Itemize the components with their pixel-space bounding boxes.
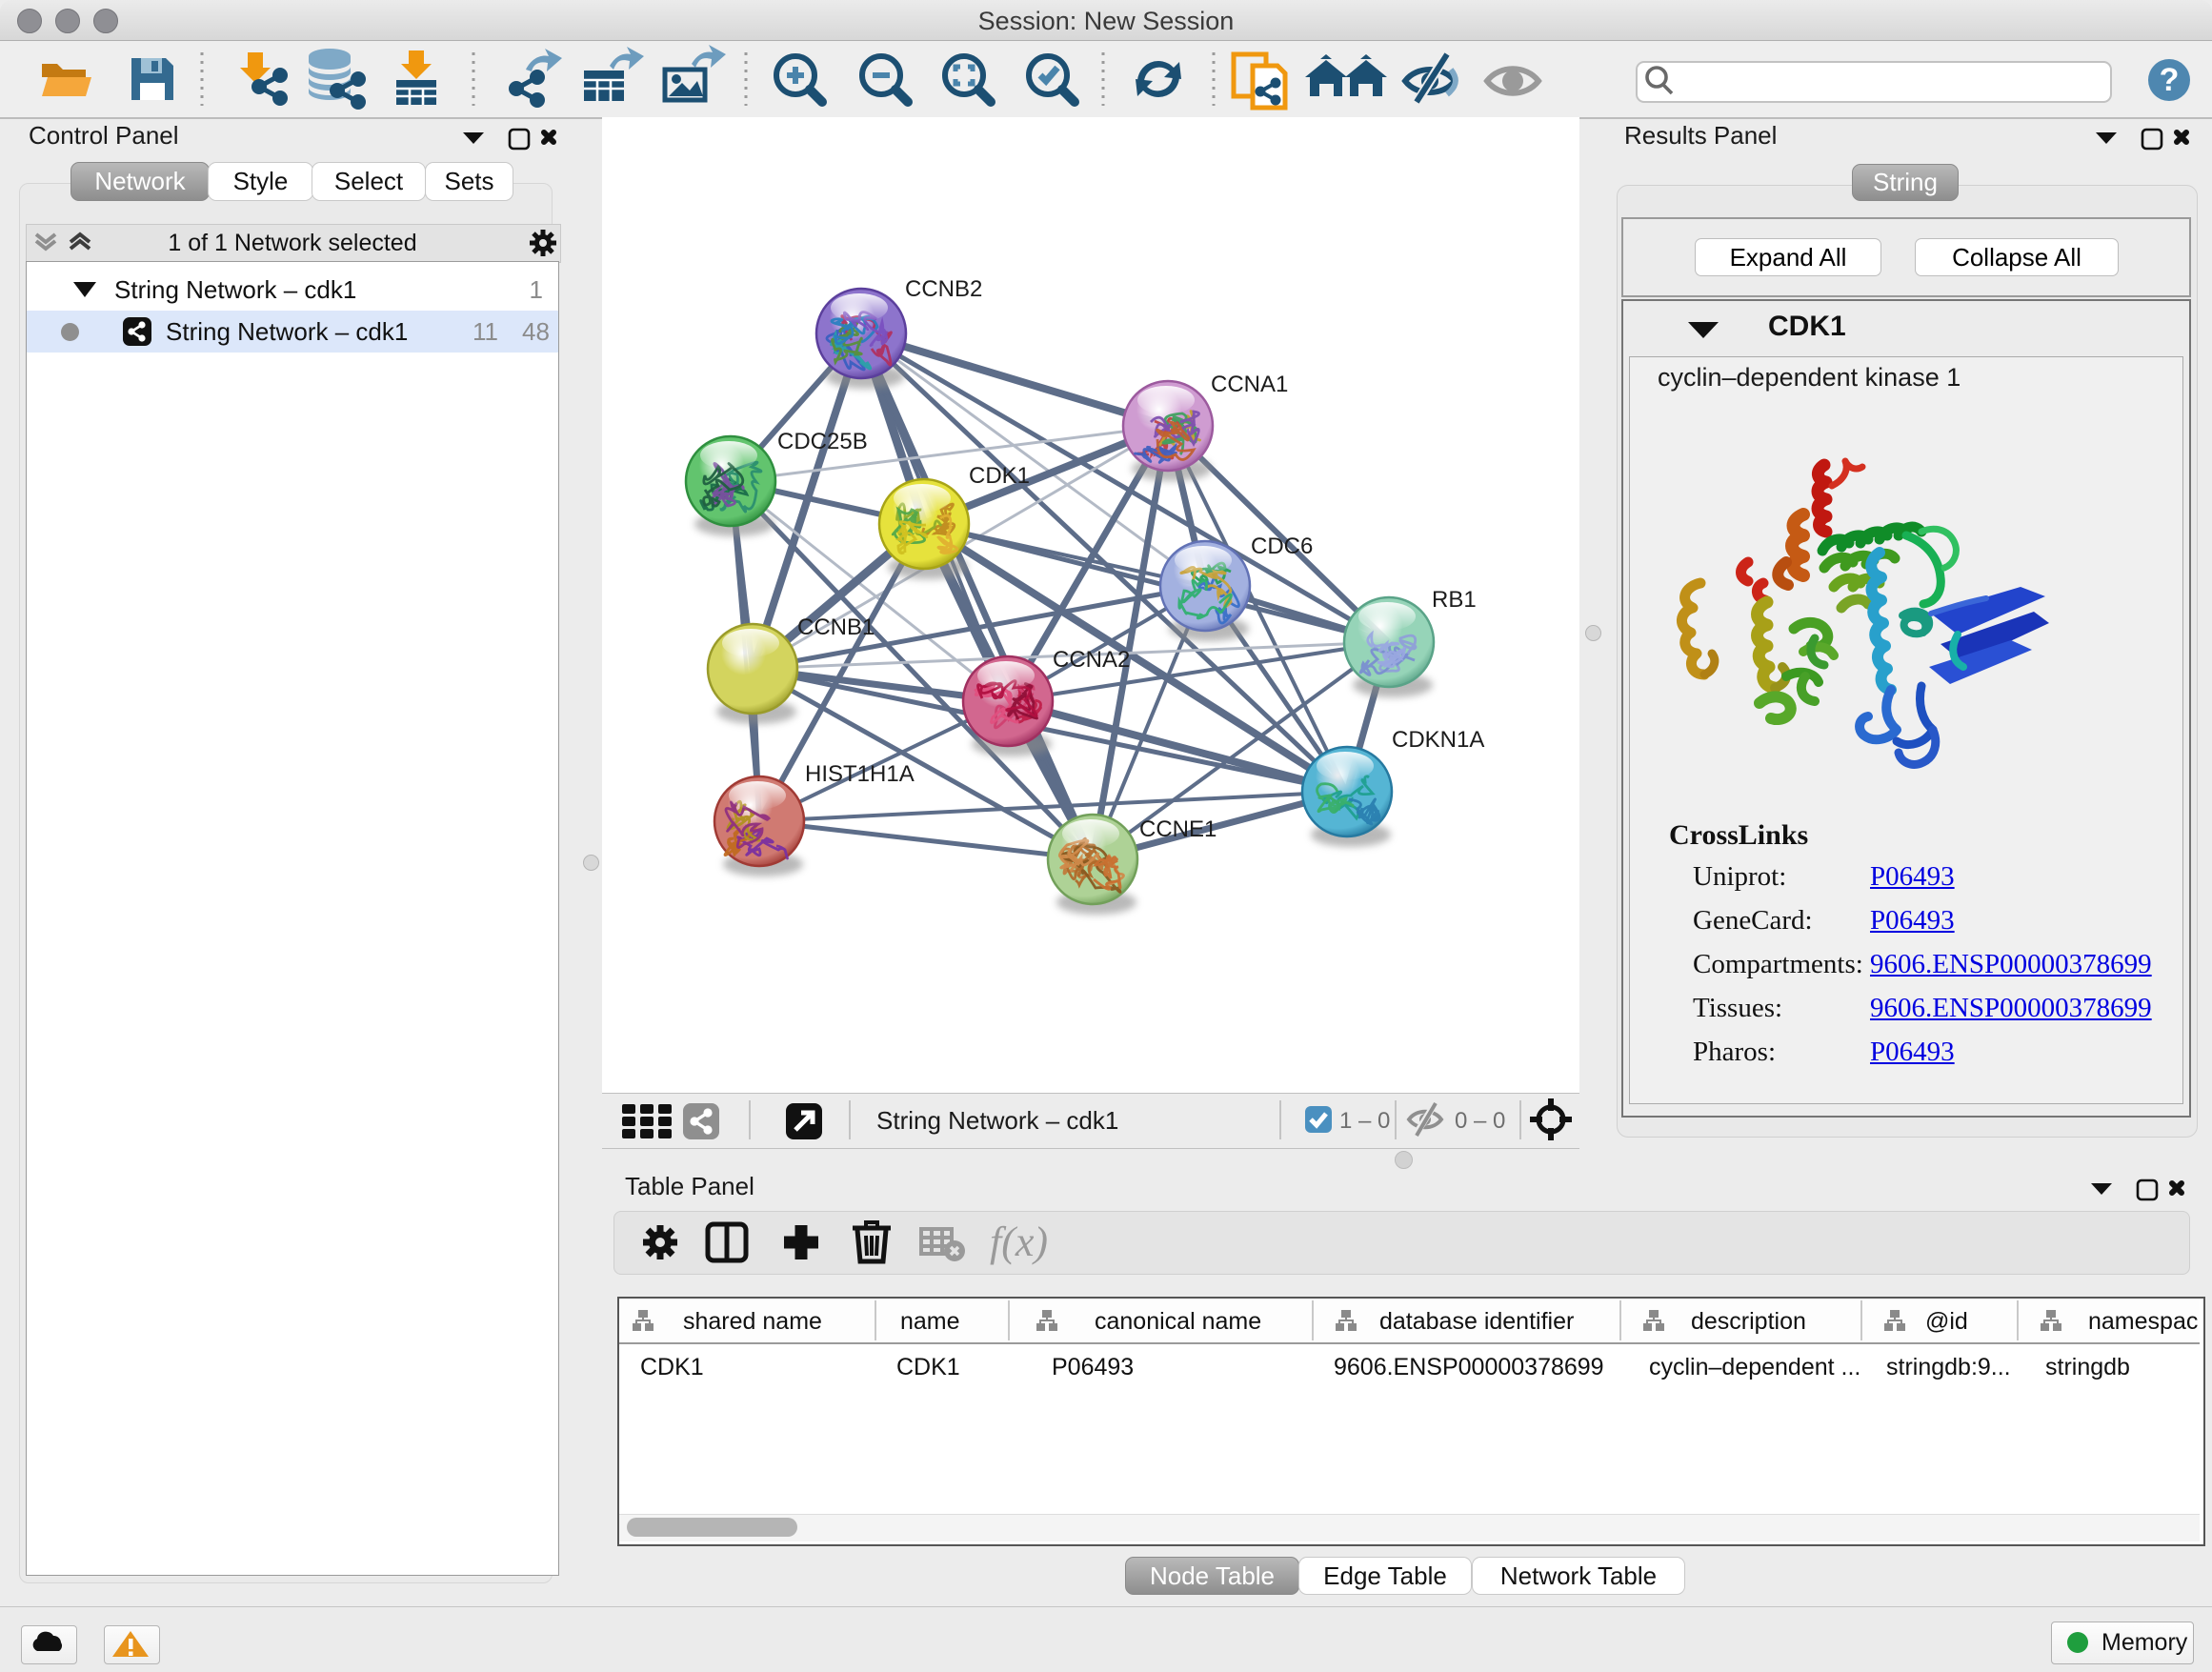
svg-text:CCNB2: CCNB2 xyxy=(905,276,982,302)
svg-text:String Network – cdk1: String Network – cdk1 xyxy=(876,1106,1118,1135)
svg-text:CDK1: CDK1 xyxy=(896,1354,960,1380)
svg-text:CDK1: CDK1 xyxy=(640,1354,704,1380)
svg-text:CDC6: CDC6 xyxy=(1251,534,1313,559)
svg-text:shared name: shared name xyxy=(683,1308,822,1335)
svg-text:CDKN1A: CDKN1A xyxy=(1392,727,1484,753)
svg-text:?: ? xyxy=(2160,62,2180,98)
svg-text:CCNE1: CCNE1 xyxy=(1139,816,1217,842)
svg-text:P06493: P06493 xyxy=(1052,1354,1134,1380)
svg-text:0 – 0: 0 – 0 xyxy=(1455,1108,1505,1134)
svg-text:description: description xyxy=(1691,1308,1806,1335)
svg-text:stringdb: stringdb xyxy=(2045,1354,2130,1380)
svg-text:stringdb:9...: stringdb:9... xyxy=(1886,1354,2011,1380)
svg-text:RB1: RB1 xyxy=(1432,587,1477,613)
svg-text:namespac: namespac xyxy=(2088,1308,2198,1335)
svg-text:9606.ENSP00000378699: 9606.ENSP00000378699 xyxy=(1334,1354,1604,1380)
svg-text:f(x): f(x) xyxy=(990,1219,1048,1265)
svg-text:HIST1H1A: HIST1H1A xyxy=(805,761,915,787)
svg-text:CDC25B: CDC25B xyxy=(777,429,868,454)
svg-text:name: name xyxy=(900,1308,960,1335)
svg-text:cyclin–dependent ...: cyclin–dependent ... xyxy=(1649,1354,1860,1380)
svg-text:@id: @id xyxy=(1925,1308,1968,1335)
svg-text:CCNB1: CCNB1 xyxy=(797,614,875,640)
svg-text:database identifier: database identifier xyxy=(1379,1308,1574,1335)
svg-text:1 – 0: 1 – 0 xyxy=(1339,1108,1390,1134)
svg-text:CDK1: CDK1 xyxy=(969,463,1030,489)
svg-text:CCNA1: CCNA1 xyxy=(1211,372,1288,397)
svg-text:CCNA2: CCNA2 xyxy=(1053,647,1130,673)
svg-text:canonical name: canonical name xyxy=(1095,1308,1261,1335)
